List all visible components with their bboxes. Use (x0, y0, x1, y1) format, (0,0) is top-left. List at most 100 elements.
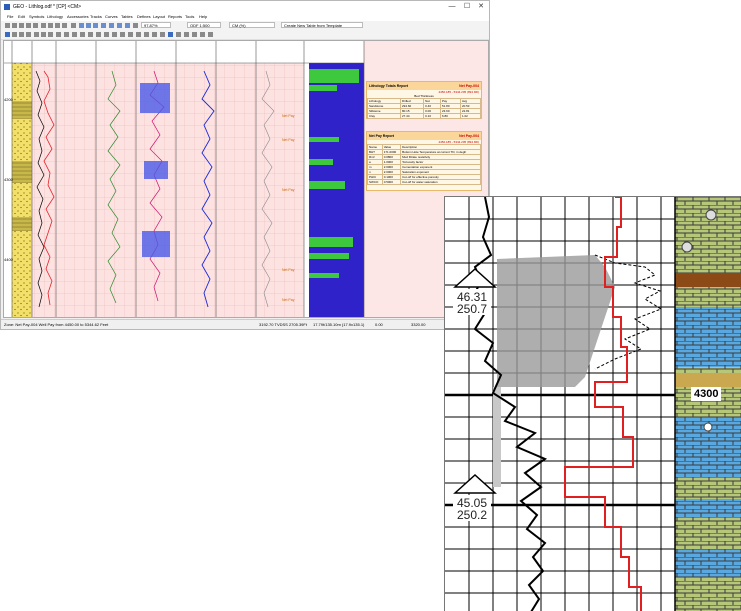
tool-r-icon[interactable] (176, 32, 181, 37)
report-title: Net Pay Report (369, 134, 395, 138)
zoom-in-icon[interactable] (48, 23, 53, 28)
minimize-button[interactable]: — (445, 1, 459, 13)
tool-a-icon[interactable] (34, 32, 39, 37)
net-pay-marker[interactable]: Net Pay (282, 268, 295, 272)
scale-icon[interactable] (117, 23, 122, 28)
copy-icon[interactable] (41, 23, 46, 28)
fossil-icon (681, 241, 693, 253)
tool-l-icon[interactable] (120, 32, 125, 37)
tool-t-icon[interactable] (192, 32, 197, 37)
tool-b-icon[interactable] (41, 32, 46, 37)
depth-mark: 4400 (4, 257, 14, 262)
menu-tracks[interactable]: Tracks (90, 13, 102, 21)
table-row: SWCO 0.5000 Cut-off for water saturation (367, 179, 481, 185)
status-bar: Zone: Net Pay-004 Well Pay from 4450.00 … (1, 319, 489, 329)
zoom-lithology-column (675, 197, 741, 611)
tool-j-icon[interactable] (104, 32, 109, 37)
status-scale: 17.79t/135.10m (17.9x135.1) (313, 322, 365, 327)
app-icon (4, 4, 10, 10)
title-bar: GEO - Lithlog.odf * [CP] <CM> — ☐ ✕ (1, 1, 489, 13)
maximize-button[interactable]: ☐ (460, 1, 474, 13)
zoomed-log-canvas (445, 197, 741, 611)
net-pay-marker[interactable]: Net Pay (282, 298, 295, 302)
new-file-icon[interactable] (5, 23, 10, 28)
tool-s-icon[interactable] (184, 32, 189, 37)
toolbar-tools (1, 30, 489, 40)
header-icon[interactable] (109, 23, 114, 28)
open-folder-icon[interactable] (12, 23, 17, 28)
menu-file[interactable]: File (7, 13, 13, 21)
curve-icon[interactable] (86, 23, 91, 28)
lithology-table: Lithology Drilled Net Pay Avg Sandstone 294.6… (367, 98, 482, 119)
window-title: GEO - Lithlog.odf * [CP] <CM> (13, 4, 82, 10)
net-pay-marker[interactable]: Net Pay (282, 114, 295, 118)
oolite-icon (703, 422, 713, 432)
menu-tables[interactable]: Tables (121, 13, 133, 21)
report-title: Lithology Totals Report (369, 84, 409, 88)
curve-units-combo[interactable]: CM (%) (229, 22, 275, 28)
print-icon[interactable] (26, 23, 31, 28)
net-pay-table: Name Value Description BHT 171.0000 Bottom H… (367, 144, 481, 185)
print-preview-icon[interactable] (33, 23, 38, 28)
menu-lithology[interactable]: Lithology (47, 13, 63, 21)
tool-h-icon[interactable] (88, 32, 93, 37)
menu-help[interactable]: Help (199, 13, 207, 21)
layout-icon[interactable] (133, 23, 138, 28)
scale-bottom-value-2: 250.2 (457, 508, 488, 522)
arrow-left-icon[interactable] (12, 32, 17, 37)
lithology-icon[interactable] (93, 23, 98, 28)
status-coords: 3192.70 TVDSS 2705.39Ft (259, 322, 307, 327)
zoomed-log-inset: 46.31 250.7 45.05 250.2 4300 (444, 196, 741, 611)
menu-edit[interactable]: Edit (18, 13, 25, 21)
refresh-icon[interactable] (71, 23, 76, 28)
tool-v-icon[interactable] (208, 32, 213, 37)
menu-symbols[interactable]: Symbols (29, 13, 44, 21)
menu-layout[interactable]: Layout (153, 13, 165, 21)
lithology-totals-report[interactable]: Lithology Totals Report Net Pay-004 4450.… (366, 81, 482, 119)
zoom-combo[interactable]: 97.87% (141, 22, 171, 28)
track-icon[interactable] (79, 23, 84, 28)
insert-icon[interactable] (26, 32, 31, 37)
grid-icon[interactable] (125, 23, 130, 28)
tool-p-icon[interactable] (152, 32, 157, 37)
tool-o-icon[interactable] (144, 32, 149, 37)
status-value-1: 0.00 (375, 322, 383, 327)
tool-n-icon[interactable] (136, 32, 141, 37)
move-tool-icon[interactable] (168, 32, 173, 37)
net-pay-report[interactable]: Net Pay Report Net Pay-004 4450.185 - 534… (366, 131, 482, 191)
table-row: BHT 171.0000 Bottom Hole Temperature at cu… (367, 149, 481, 155)
tool-c-icon[interactable] (48, 32, 53, 37)
fossil-icon (705, 209, 717, 221)
net-pay-marker[interactable]: Net Pay (282, 188, 295, 192)
close-button[interactable]: ✕ (474, 1, 488, 13)
menu-reports[interactable]: Reports (168, 13, 182, 21)
tool-m-icon[interactable] (128, 32, 133, 37)
tool-f-icon[interactable] (72, 32, 77, 37)
menu-tools[interactable]: Tools (185, 13, 194, 21)
save-icon[interactable] (19, 23, 24, 28)
tool-g-icon[interactable] (80, 32, 85, 37)
zoom-out-icon[interactable] (55, 23, 60, 28)
menu-defines[interactable]: Defines (137, 13, 151, 21)
status-value-2: 3320.00 (411, 322, 426, 327)
net-pay-marker[interactable]: Net Pay (282, 138, 295, 142)
arrow-right-icon[interactable] (19, 32, 24, 37)
tool-k-icon[interactable] (112, 32, 117, 37)
log-document-area[interactable]: 4200 4300 4400 Net Pay Net Pay Net Pay N… (3, 40, 489, 318)
menu-bar: File Edit Symbols Lithology Accessories … (1, 13, 489, 21)
odf-scale-combo[interactable]: ODF 1:500 (187, 22, 221, 28)
zoom-fit-icon[interactable] (62, 23, 67, 28)
tool-i-icon[interactable] (96, 32, 101, 37)
net-pay-column (309, 63, 364, 317)
menu-curves[interactable]: Curves (105, 13, 118, 21)
menu-accessories[interactable]: Accessories (67, 13, 89, 21)
tool-u-icon[interactable] (200, 32, 205, 37)
text-icon[interactable] (101, 23, 106, 28)
application-window: GEO - Lithlog.odf * [CP] <CM> — ☐ ✕ File… (0, 0, 490, 330)
tool-q-icon[interactable] (160, 32, 165, 37)
tool-e-icon[interactable] (64, 32, 69, 37)
tool-d-icon[interactable] (56, 32, 61, 37)
report-subtitle: Net Pay-004 (459, 134, 479, 138)
template-combo[interactable]: Create New Table from Template (281, 22, 363, 28)
cross-tool-icon[interactable] (5, 32, 10, 37)
